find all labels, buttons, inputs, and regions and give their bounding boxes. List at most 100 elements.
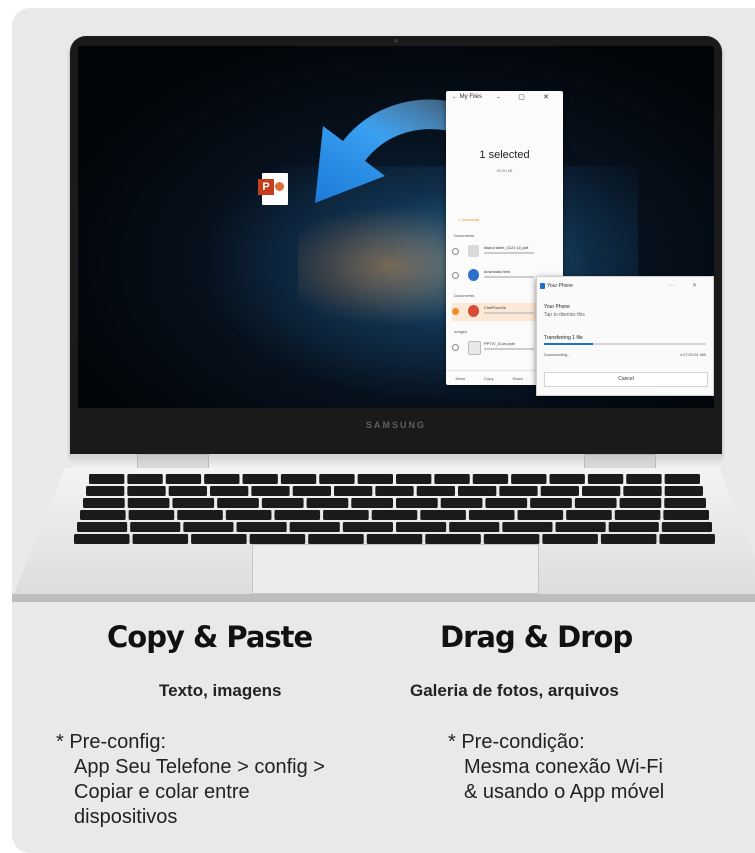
drag-drop-title: Drag & Drop xyxy=(440,620,633,654)
keyboard-key xyxy=(342,522,393,532)
laptop-brand-logo: SAMSUNG xyxy=(365,420,426,430)
radio-checked-icon[interactable] xyxy=(452,308,459,315)
document-file-icon xyxy=(468,341,481,355)
keyboard-key xyxy=(86,486,125,496)
laptop-screen: P ← My Files – ▢ ✕ 1 selected 00.00 kB >… xyxy=(78,46,714,408)
keyboard-key xyxy=(472,474,509,484)
keyboard-key xyxy=(425,534,481,544)
keyboard-key xyxy=(502,522,553,532)
copy-button[interactable]: Copy xyxy=(484,376,493,381)
keyboard-key xyxy=(323,510,369,520)
cancel-button[interactable]: Cancel xyxy=(544,372,708,387)
window-title-text: My Files xyxy=(459,94,483,100)
keyboard-key xyxy=(587,474,624,484)
keyboard-key xyxy=(168,486,207,496)
pdf-file-icon xyxy=(468,245,479,257)
keyboard-key xyxy=(483,534,540,544)
radio-icon[interactable] xyxy=(452,248,459,255)
keyboard-key xyxy=(225,510,272,520)
keyboard-key xyxy=(191,534,247,544)
copy-paste-title: Copy & Paste xyxy=(107,620,313,654)
radio-icon[interactable] xyxy=(452,272,459,279)
keyboard-key xyxy=(319,474,355,484)
file-name: Island table_0123 (1).pdf xyxy=(484,245,529,250)
keyboard-key xyxy=(659,534,715,544)
keyboard-key xyxy=(614,510,661,520)
keyboard-key xyxy=(549,474,585,484)
laptop-keyboard xyxy=(74,474,715,544)
your-phone-app-icon xyxy=(540,283,545,289)
powerpoint-file-icon[interactable]: P xyxy=(258,173,288,205)
keyboard-key xyxy=(434,474,470,484)
keyboard-key xyxy=(308,534,364,544)
keyboard-key xyxy=(371,510,418,520)
keyboard-key xyxy=(292,486,331,496)
keyboard-key xyxy=(89,474,125,484)
file-row[interactable]: Island table_0123 (1).pdf xyxy=(452,243,557,261)
keyboard-key xyxy=(83,498,125,508)
keyboard-key xyxy=(574,498,617,508)
keyboard-key xyxy=(74,534,130,544)
keyboard-key xyxy=(375,486,414,496)
folder-breadcrumb[interactable]: > Download xyxy=(458,217,479,222)
keyboard-key xyxy=(420,510,466,520)
section-label: Documents xyxy=(454,233,475,238)
keyboard-key xyxy=(165,474,202,484)
section-label: Images xyxy=(454,329,468,334)
notification-subtitle: Tap to dismiss this xyxy=(544,312,585,318)
keyboard-key xyxy=(542,534,598,544)
radio-icon[interactable] xyxy=(452,344,459,351)
keyboard-key xyxy=(204,474,240,484)
keyboard-key xyxy=(623,486,662,496)
share-button[interactable]: Share xyxy=(512,376,523,381)
window-title: ← My Files xyxy=(452,94,483,100)
note-line: * Pre-condição: xyxy=(448,731,585,753)
keyboard-key xyxy=(334,486,373,496)
keyboard-key xyxy=(289,522,340,532)
keyboard-key xyxy=(555,522,606,532)
file-meta xyxy=(484,252,534,254)
keyboard-key xyxy=(366,534,423,544)
notification-app-name: Your Phone xyxy=(547,283,573,289)
keyboard-key xyxy=(357,474,393,484)
keyboard-key xyxy=(249,534,306,544)
keyboard-key xyxy=(458,486,497,496)
transfer-size: 4.07/20.51 MB xyxy=(679,352,706,357)
file-meta xyxy=(484,348,534,350)
keyboard-key xyxy=(396,522,447,532)
keyboard-key xyxy=(600,534,657,544)
selected-size: 00.00 kB xyxy=(496,168,513,173)
file-meta xyxy=(484,276,534,278)
transfer-progress-bar xyxy=(544,343,706,345)
copy-paste-note: * Pre-config: App Seu Telefone > config … xyxy=(56,730,325,830)
note-line: App Seu Telefone > config > xyxy=(74,756,325,778)
keyboard-key xyxy=(77,522,128,532)
keyboard-key xyxy=(664,486,703,496)
feature-card: P ← My Files – ▢ ✕ 1 selected 00.00 kB >… xyxy=(12,8,755,853)
note-line: dispositivos xyxy=(74,806,178,828)
keyboard-key xyxy=(664,474,700,484)
notification-controls[interactable]: ⋯ ✕ xyxy=(668,282,705,289)
keyboard-key xyxy=(274,510,321,520)
keyboard-key xyxy=(251,486,290,496)
move-button[interactable]: Move xyxy=(455,376,465,381)
keyboard-key xyxy=(468,510,515,520)
window-controls[interactable]: – ▢ ✕ xyxy=(497,93,557,101)
laptop-lid: P ← My Files – ▢ ✕ 1 selected 00.00 kB >… xyxy=(70,36,722,456)
keyboard-key xyxy=(619,498,662,508)
keyboard-key xyxy=(499,486,538,496)
transfer-status: Downloading... xyxy=(544,352,571,357)
note-line: & usando o App móvel xyxy=(464,781,665,803)
keyboard-key xyxy=(517,510,564,520)
notification-heading: Your Phone xyxy=(544,304,570,310)
drag-drop-subtitle: Galeria de fotos, arquivos xyxy=(410,681,619,700)
section-label: Documents xyxy=(454,293,475,298)
your-phone-notification: Your Phone ⋯ ✕ Your Phone Tap to dismiss… xyxy=(536,276,714,396)
selected-count: 1 selected xyxy=(479,149,530,161)
file-meta xyxy=(484,312,534,314)
file-name: PPTIV_ICon.pptx xyxy=(484,341,515,346)
keyboard-key xyxy=(261,498,304,508)
html-file-icon xyxy=(468,269,479,281)
file-name: ChefFood.fe xyxy=(484,305,507,310)
keyboard-key xyxy=(530,498,572,508)
